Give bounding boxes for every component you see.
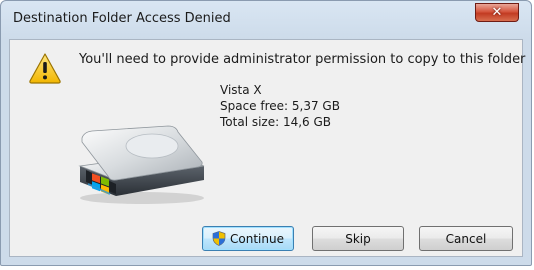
hard-drive-icon	[78, 125, 205, 204]
continue-button[interactable]: Continue	[202, 226, 294, 251]
permission-message: You'll need to provide administrator per…	[79, 52, 526, 67]
window-title: Destination Folder Access Denied	[13, 11, 231, 26]
drive-space-free: Space free: 5,37 GB	[220, 99, 340, 113]
dialog-content: You'll need to provide administrator per…	[9, 39, 526, 257]
cancel-button[interactable]: Cancel	[419, 226, 513, 251]
warning-icon	[29, 53, 61, 84]
cancel-button-label: Cancel	[445, 231, 487, 246]
drive-total-size: Total size: 14,6 GB	[220, 115, 332, 129]
close-icon: ✕	[491, 5, 503, 20]
drive-name: Vista X	[220, 83, 262, 97]
dialog-window: Destination Folder Access Denied ✕ You'l…	[0, 0, 532, 266]
close-button[interactable]: ✕	[475, 3, 519, 22]
skip-button[interactable]: Skip	[312, 226, 404, 251]
drive-info: Vista X Space free: 5,37 GB Total size: …	[220, 82, 340, 130]
title-bar[interactable]: Destination Folder Access Denied ✕	[1, 1, 531, 39]
skip-button-label: Skip	[345, 231, 371, 246]
continue-button-label: Continue	[230, 231, 284, 246]
uac-shield-icon	[212, 231, 226, 246]
